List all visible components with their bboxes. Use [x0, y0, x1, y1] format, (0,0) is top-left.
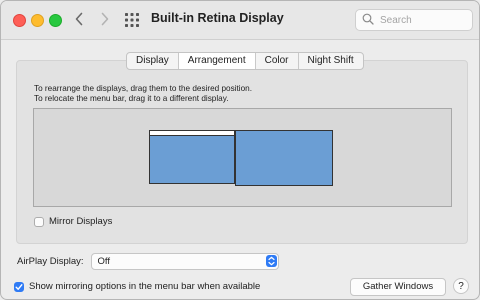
- show-mirroring-option[interactable]: Show mirroring options in the menu bar w…: [14, 281, 260, 292]
- close-window-button[interactable]: [13, 14, 26, 27]
- window-title: Built-in Retina Display: [151, 11, 284, 25]
- chevron-right-icon: [101, 12, 109, 26]
- airplay-display-label: AirPlay Display:: [17, 256, 84, 267]
- tab-night-shift[interactable]: Night Shift: [299, 53, 363, 69]
- airplay-display-row: AirPlay Display: Off: [17, 253, 279, 270]
- mirror-displays-label: Mirror Displays: [49, 216, 113, 227]
- mirror-displays-checkbox[interactable]: [34, 216, 44, 227]
- tab-display[interactable]: Display: [127, 53, 179, 69]
- display-thumbnail-external[interactable]: [235, 130, 333, 186]
- instruction-line-1: To rearrange the displays, drag them to …: [34, 84, 253, 93]
- search-input[interactable]: [378, 12, 470, 28]
- back-button[interactable]: [69, 9, 89, 29]
- menu-bar-handle[interactable]: [150, 131, 234, 136]
- title-bar: Built-in Retina Display: [1, 1, 479, 40]
- maximize-window-button[interactable]: [49, 14, 62, 27]
- tab-bar: Display Arrangement Color Night Shift: [126, 52, 364, 70]
- tab-color[interactable]: Color: [256, 53, 299, 69]
- instruction-line-2: To relocate the menu bar, drag it to a d…: [34, 94, 229, 103]
- chevron-left-icon: [75, 12, 83, 26]
- minimize-window-button[interactable]: [31, 14, 44, 27]
- show-mirroring-label: Show mirroring options in the menu bar w…: [29, 281, 261, 292]
- airplay-display-value: Off: [97, 256, 111, 267]
- help-button[interactable]: ?: [453, 278, 469, 294]
- preferences-window: Built-in Retina Display Display Arrangem…: [0, 0, 480, 300]
- show-mirroring-checkbox[interactable]: [14, 281, 24, 292]
- tab-arrangement[interactable]: Arrangement: [178, 53, 256, 69]
- search-icon: [362, 13, 374, 25]
- arrangement-instructions: To rearrange the displays, drag them to …: [34, 84, 252, 104]
- gather-windows-button[interactable]: Gather Windows: [350, 278, 446, 296]
- checkmark-icon: [15, 283, 23, 290]
- search-field[interactable]: [355, 9, 473, 31]
- popup-arrows-icon: [265, 255, 277, 267]
- show-all-grid-icon[interactable]: [124, 12, 140, 28]
- mirror-displays-option[interactable]: Mirror Displays: [34, 216, 112, 227]
- forward-button[interactable]: [95, 9, 115, 29]
- airplay-display-select[interactable]: Off: [90, 253, 279, 270]
- display-thumbnail-builtin[interactable]: [149, 130, 235, 184]
